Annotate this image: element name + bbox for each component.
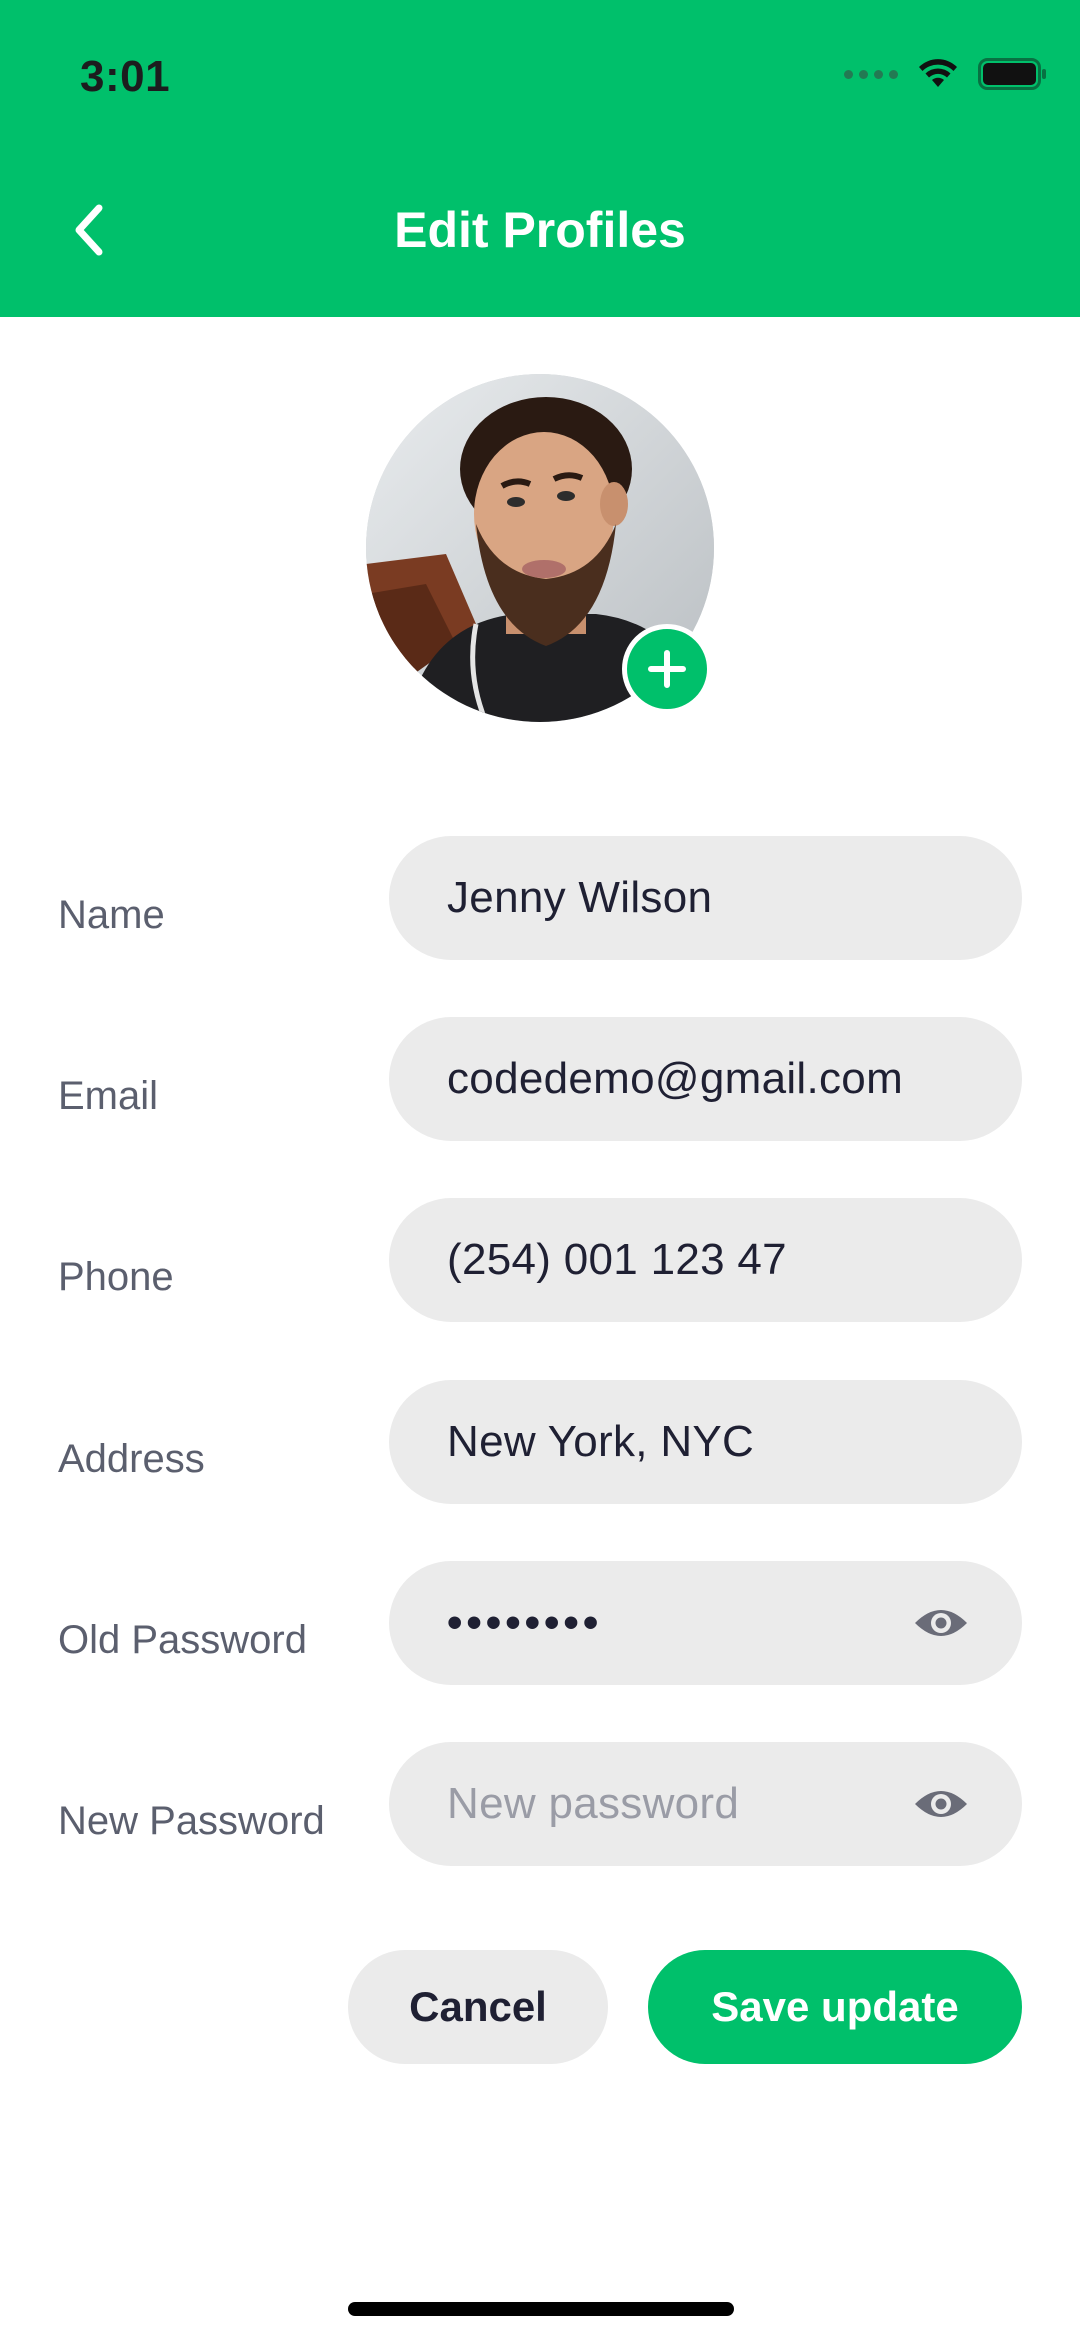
status-icons — [844, 58, 1048, 90]
name-row: Name — [0, 836, 1080, 960]
wifi-icon — [919, 59, 957, 87]
email-field — [389, 1017, 1022, 1141]
signal-icon — [844, 69, 898, 79]
phone-row: Phone — [0, 1198, 1080, 1322]
old-password-label: Old Password — [58, 1618, 307, 1662]
old-password-row: Old Password •••••••• — [0, 1561, 1080, 1685]
page-title: Edit Profiles — [394, 202, 686, 258]
phone-label: Phone — [58, 1255, 174, 1299]
save-update-button[interactable]: Save update — [648, 1950, 1022, 2064]
address-field — [389, 1380, 1022, 1504]
toggle-old-password-visibility[interactable] — [912, 1601, 970, 1645]
status-time: 3:01 — [80, 52, 171, 101]
address-input[interactable] — [447, 1380, 967, 1504]
battery-icon — [978, 58, 1046, 90]
email-row: Email — [0, 1017, 1080, 1141]
home-indicator — [348, 2302, 734, 2316]
new-password-label: New Password — [58, 1799, 325, 1843]
toggle-new-password-visibility[interactable] — [912, 1782, 970, 1826]
plus-icon — [648, 650, 686, 688]
app-header: 3:01 Edit Profiles — [0, 0, 1080, 317]
cancel-button[interactable]: Cancel — [348, 1950, 608, 2064]
new-password-row: New Password — [0, 1742, 1080, 1866]
name-field — [389, 836, 1022, 960]
eye-icon — [915, 1610, 967, 1636]
old-password-input[interactable]: •••••••• — [447, 1561, 602, 1685]
name-label: Name — [58, 893, 165, 937]
name-input[interactable] — [447, 836, 967, 960]
phone-field — [389, 1198, 1022, 1322]
address-label: Address — [58, 1437, 205, 1481]
new-password-input[interactable] — [447, 1742, 967, 1866]
avatar-section — [366, 374, 714, 722]
phone-input[interactable] — [447, 1198, 967, 1322]
email-input[interactable] — [447, 1017, 967, 1141]
add-photo-button[interactable] — [622, 624, 712, 714]
new-password-field — [389, 1742, 1022, 1866]
email-label: Email — [58, 1074, 159, 1118]
edit-profile-screen: 3:01 Edit Profiles Name Jenny Wilson Ema… — [0, 0, 1080, 2340]
address-row: Address — [0, 1380, 1080, 1504]
eye-icon — [915, 1791, 967, 1817]
old-password-field[interactable]: •••••••• — [389, 1561, 1022, 1685]
